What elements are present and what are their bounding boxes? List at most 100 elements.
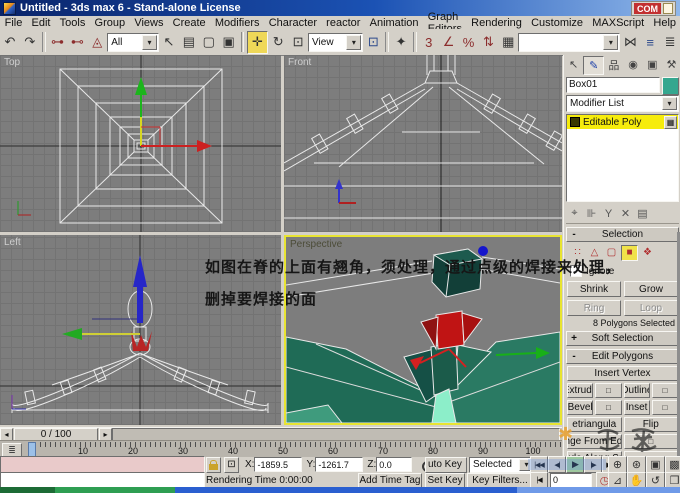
spinner-snap-icon[interactable]: ⇅ <box>479 32 498 53</box>
motion-tab-icon[interactable]: ◉ <box>624 56 643 73</box>
set-key-button[interactable]: Set Key <box>425 473 465 488</box>
border-subobject-icon[interactable]: ▢ <box>604 246 619 260</box>
show-end-result-icon[interactable]: ⊪ <box>583 206 600 222</box>
bind-to-spacewarp-icon[interactable]: ◬ <box>88 32 107 53</box>
chevron-down-icon[interactable]: ▾ <box>603 35 618 50</box>
extrude-settings-icon[interactable]: □ <box>595 383 621 398</box>
next-frame-icon[interactable]: |▶ <box>584 456 602 473</box>
pin-stack-icon[interactable]: ⌖ <box>566 206 583 222</box>
arc-rotate-icon[interactable]: ↺ <box>646 472 665 489</box>
display-tab-icon[interactable]: ▣ <box>643 56 662 73</box>
absolute-mode-toggle-icon[interactable]: ⊡ <box>224 457 239 473</box>
go-to-start-icon[interactable]: |◀◀ <box>530 456 548 473</box>
y-coord-field[interactable]: -1261.7 <box>315 457 363 472</box>
unlink-selection-icon[interactable]: ⊷ <box>68 32 87 53</box>
open-mini-curve-editor-icon[interactable]: ≣ <box>2 443 22 457</box>
selection-filter-dropdown[interactable]: All ▾ <box>107 33 159 52</box>
menu-item[interactable]: reactor <box>322 17 365 29</box>
ring-button[interactable]: Ring <box>567 300 621 316</box>
angle-snap-icon[interactable]: ∠ <box>439 32 458 53</box>
menu-item[interactable]: Modifiers <box>210 17 264 29</box>
key-mode-toggle-icon[interactable]: |◀ <box>530 472 548 489</box>
redo-icon[interactable]: ↷ <box>20 32 39 53</box>
select-and-move-icon[interactable]: ✛ <box>247 31 268 54</box>
object-name-field[interactable]: Box01 <box>566 77 660 93</box>
stack-expand-icon[interactable] <box>570 117 580 127</box>
menu-item[interactable]: Animation <box>365 17 423 29</box>
auto-key-button[interactable]: uto Key <box>425 457 467 473</box>
extrude-button[interactable]: Extrude <box>567 383 593 398</box>
hinge-from-edge-button[interactable]: Hinge From Edge <box>567 434 622 449</box>
create-tab-icon[interactable]: ↖ <box>564 56 583 73</box>
snap-toggle-3d-icon[interactable]: 3 <box>419 32 438 53</box>
menu-item[interactable]: Group <box>90 17 130 29</box>
zoom-all-icon[interactable]: ⊛ <box>627 456 646 473</box>
undo-icon[interactable]: ↶ <box>1 32 20 53</box>
chevron-down-icon[interactable]: ▾ <box>142 35 157 50</box>
select-by-name-icon[interactable]: ▤ <box>179 32 198 53</box>
selection-rollout-header[interactable]: - Selection <box>566 227 679 242</box>
current-frame-marker[interactable] <box>28 442 36 457</box>
menu-item[interactable]: Views <box>130 17 168 29</box>
menu-item[interactable]: Tools <box>55 17 90 29</box>
outline-button[interactable]: Outline <box>624 383 650 398</box>
make-unique-icon[interactable]: Y <box>600 206 617 222</box>
menu-item[interactable]: Create <box>168 17 210 29</box>
bevel-settings-icon[interactable]: □ <box>595 400 621 415</box>
reference-coordinate-dropdown[interactable]: View ▾ <box>308 33 363 52</box>
viewport-top[interactable]: Top <box>0 55 281 232</box>
layer-manager-icon[interactable]: ≣ <box>661 32 680 53</box>
retriangulate-button[interactable]: etriangula <box>567 417 622 432</box>
inset-button[interactable]: Inset <box>624 400 650 415</box>
loop-button[interactable]: Loop <box>624 300 678 316</box>
hinge-settings-icon[interactable]: □ <box>624 434 679 449</box>
track-bar[interactable]: ≣ 0102030405060708090100 <box>0 440 562 457</box>
utilities-tab-icon[interactable]: ⚒ <box>662 56 680 73</box>
pan-icon[interactable]: ✋ <box>627 472 646 489</box>
menu-item[interactable]: Character <box>264 17 321 29</box>
menu-item[interactable]: Rendering <box>467 17 527 29</box>
selection-lock-toggle[interactable] <box>206 457 221 473</box>
play-animation-icon[interactable]: ▶ <box>566 456 584 473</box>
ime-indicator[interactable]: COM <box>631 1 676 16</box>
zoom-extents-all-icon[interactable]: ▩ <box>665 456 680 473</box>
x-coord-field[interactable]: -1859.5 <box>254 457 302 472</box>
z-coord-field[interactable]: 0.0 <box>376 457 412 472</box>
inset-settings-icon[interactable]: □ <box>652 400 678 415</box>
zoom-extents-icon[interactable]: ▣ <box>646 456 665 473</box>
menu-item[interactable]: MAXScript <box>588 17 649 29</box>
stack-corner-icon[interactable]: ▦ <box>664 116 677 129</box>
named-selection-dropdown[interactable]: ▾ <box>518 33 620 52</box>
window-crossing-icon[interactable]: ▣ <box>219 32 238 53</box>
selection-region-icon[interactable]: ▢ <box>199 32 218 53</box>
selected-track-dropdown[interactable]: Selected ▾ <box>469 457 536 473</box>
edge-subobject-icon[interactable]: △ <box>587 246 602 260</box>
select-and-rotate-icon[interactable]: ↻ <box>269 32 288 53</box>
title-bar[interactable]: Untitled - 3ds max 6 - Stand-alone Licen… <box>0 0 680 16</box>
viewport-left-label[interactable]: Left <box>4 237 21 248</box>
add-time-tag-button[interactable]: Add Time Tag <box>358 473 422 488</box>
menu-item[interactable]: File <box>0 17 27 29</box>
named-selection-sets-icon[interactable]: ▦ <box>499 32 518 53</box>
soft-selection-rollout-header[interactable]: + Soft Selection <box>566 331 679 346</box>
viewport-perspective[interactable]: Perspective <box>284 235 562 425</box>
insert-vertex-button[interactable]: Insert Vertex <box>567 366 678 381</box>
viewport-front-label[interactable]: Front <box>288 57 311 68</box>
grow-button[interactable]: Grow <box>624 281 678 297</box>
zoom-icon[interactable]: ⊕ <box>608 456 627 473</box>
field-of-view-icon[interactable]: ⊿ <box>608 472 627 489</box>
mirror-icon[interactable]: ⋈ <box>621 32 640 53</box>
vertex-subobject-icon[interactable]: ∷ <box>570 246 585 260</box>
chevron-down-icon[interactable]: ▾ <box>346 35 361 50</box>
viewport-top-label[interactable]: Top <box>4 57 20 68</box>
viewport-front[interactable]: Front <box>284 55 562 232</box>
select-and-link-icon[interactable]: ⊶ <box>48 32 67 53</box>
menu-item[interactable]: Customize <box>527 17 588 29</box>
select-and-scale-icon[interactable]: ⊡ <box>289 32 308 53</box>
object-color-swatch[interactable] <box>662 77 679 95</box>
polygon-subobject-icon[interactable]: ■ <box>621 245 638 261</box>
remove-modifier-icon[interactable]: ✕ <box>617 206 634 222</box>
configure-modifier-sets-icon[interactable]: ▤ <box>634 206 651 222</box>
key-filters-button[interactable]: Key Filters... <box>467 473 533 488</box>
viewport-perspective-label[interactable]: Perspective <box>290 239 342 250</box>
